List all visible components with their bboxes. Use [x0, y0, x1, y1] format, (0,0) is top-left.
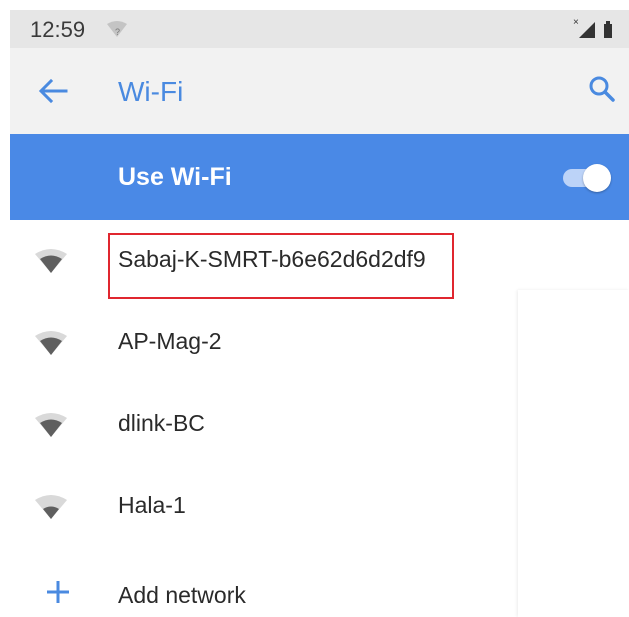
network-name: Sabaj-K-SMRT-b6e62d6d2df9: [118, 246, 426, 272]
no-sim-icon: ×: [573, 17, 595, 38]
page-title: Wi-Fi: [118, 76, 184, 107]
back-arrow-icon[interactable]: [38, 78, 68, 109]
svg-text:×: ×: [573, 17, 579, 28]
app-bar: Wi-Fi: [10, 48, 629, 134]
toggle-thumb: [583, 164, 611, 192]
use-wifi-label: Use Wi-Fi: [118, 163, 232, 191]
wifi-signal-icon: [34, 330, 68, 361]
wifi-signal-icon: [34, 412, 68, 443]
network-name: dlink-BC: [118, 410, 205, 436]
search-icon[interactable]: [589, 76, 615, 107]
status-time: 12:59: [30, 17, 86, 42]
wifi-signal-icon: [34, 248, 68, 279]
network-name: AP-Mag-2: [118, 328, 222, 354]
svg-text:?: ?: [115, 27, 120, 37]
use-wifi-row[interactable]: Use Wi-Fi: [10, 134, 629, 220]
add-network-row[interactable]: Add network: [10, 555, 629, 617]
battery-icon: [604, 21, 612, 38]
add-network-label: Add network: [118, 582, 246, 608]
wifi-signal-icon: [34, 494, 68, 525]
wifi-settings-screen: 12:59 ? × Wi-Fi Use Wi-Fi Sabaj-K-SMRT-b…: [10, 10, 629, 617]
use-wifi-toggle[interactable]: [563, 164, 611, 192]
wifi-status-icon: ?: [106, 21, 128, 44]
plus-icon: [46, 553, 70, 617]
network-name: Hala-1: [118, 492, 186, 518]
status-right-icons: ×: [573, 16, 617, 47]
status-bar: 12:59 ? ×: [10, 10, 629, 48]
